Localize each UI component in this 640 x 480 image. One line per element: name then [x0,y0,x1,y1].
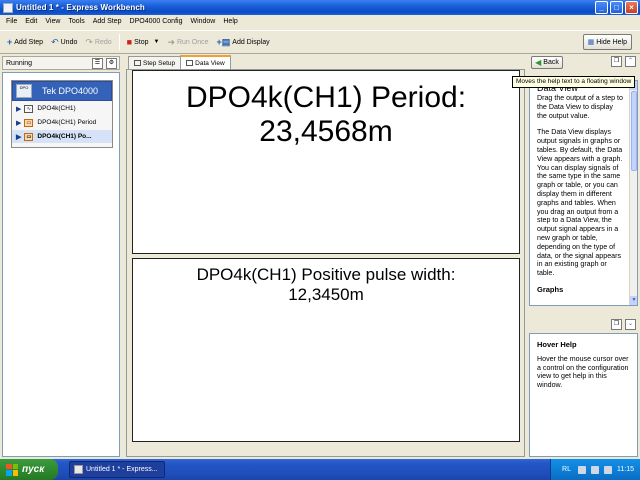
hover-help-text: Hover the mouse cursor over a control on… [537,354,629,390]
menu-window[interactable]: Window [186,18,219,25]
close-button[interactable]: × [625,1,638,14]
data-view-icon [186,60,194,66]
help-paragraph: The Data View displays output signals in… [537,128,623,278]
float-window-icon[interactable]: ❐ [611,56,622,67]
system-tray: RL 11:15 [550,459,640,480]
view-tabs: Step Setup Data View [128,55,231,69]
expand-arrow-icon[interactable]: ▶ [16,133,21,141]
menu-tools[interactable]: Tools [64,18,88,25]
add-display-button[interactable]: +▤ Add Display [213,33,274,51]
project-panel: Running ☰ ⚙ DPO Tek DPO4000 ▶ ∿ DPO4k(CH… [2,56,120,457]
menu-help[interactable]: Help [219,18,241,25]
tooltip: Moves the help text to a floating window [512,76,636,88]
step-item[interactable]: ▶ ▭ DPO4k(CH1) Period [12,116,112,129]
app-icon [3,2,13,13]
toolbar: + Add Step ↶ Undo ↷ Redo ■ Stop ▼ ➜ Run … [0,30,640,54]
step-item[interactable]: ▶ ∿ DPO4k(CH1) [12,102,112,115]
collapse-down-icon[interactable]: ⌄ [625,319,636,330]
expand-arrow-icon[interactable]: ▶ [16,119,21,127]
run-once-button[interactable]: ➜ Run Once [163,33,212,51]
app-icon [74,465,83,474]
step-item[interactable]: ▶ ▭ DPO4k(CH1) Po... [12,130,112,143]
help-subheading: Graphs [537,284,564,294]
help-scrollbar[interactable]: ▲ ▼ [629,81,637,305]
hover-help-toolbar: ❐ ⌄ [529,318,638,333]
configure-icon[interactable]: ⚙ [106,58,117,69]
redo-icon: ↷ [85,36,93,47]
run-status: Running [6,59,33,67]
undo-icon: ↶ [51,36,59,47]
hover-help-content: Hover Help Hover the mouse cursor over a… [529,333,638,457]
network-icon[interactable] [578,465,586,474]
menu-bar: File Edit View Tools Add Step DPO4000 Co… [0,15,640,28]
undo-button[interactable]: ↶ Undo [47,33,81,51]
hover-help-title: Hover Help [537,340,577,349]
scroll-down-icon[interactable]: ▼ [630,296,637,305]
clock[interactable]: 11:15 [617,466,634,473]
device-name: Tek DPO4000 [42,86,99,96]
tab-step-setup[interactable]: Step Setup [128,56,182,69]
measurement-icon: ▭ [24,132,34,141]
menu-add-step[interactable]: Add Step [89,18,126,25]
help-toolbar: ◀ Back ❐ ⌃ [529,55,638,71]
menu-view[interactable]: View [41,18,64,25]
dropdown-arrow-icon[interactable]: ▼ [153,38,159,47]
display-label: DPO4k(CH1) Period: [185,81,467,114]
workspace: Step Setup Data View DPO4k(CH1) Period: … [126,55,525,457]
run-once-icon: ➜ [167,36,175,47]
back-arrow-icon: ◀ [535,58,542,67]
stop-icon: ■ [126,36,133,47]
step-setup-icon [134,60,141,66]
start-button[interactable]: пуск [0,459,58,480]
menu-file[interactable]: File [2,18,21,25]
help-paragraph: Drag the output of a step to the Data Vi… [537,94,623,120]
display-value: 23,4568m [259,115,393,148]
measurement-icon: ▭ [24,118,34,127]
scroll-thumb[interactable] [631,91,637,171]
maximize-button[interactable]: □ [610,1,623,14]
project-panel-header: Running ☰ ⚙ [2,56,120,70]
expand-arrow-icon[interactable]: ▶ [16,105,21,113]
waveform-icon: ∿ [24,104,34,113]
display-value: 12,3450m [288,285,364,304]
back-button[interactable]: ◀ Back [531,56,563,69]
security-icon[interactable] [591,465,599,474]
add-display-icon: +▤ [216,36,231,47]
help-content: Data View Drag the output of a step to t… [529,80,638,306]
title-bar: Untitled 1 * - Express Workbench _ □ × [0,0,640,15]
plus-icon: + [7,36,13,47]
taskbar: пуск Untitled 1 * - Express... RL 11:15 [0,459,640,480]
language-indicator[interactable]: RL [562,466,571,473]
menu-edit[interactable]: Edit [21,18,41,25]
device-header[interactable]: DPO Tek DPO4000 [12,81,112,101]
oscilloscope-icon: DPO [16,84,32,98]
tab-data-view[interactable]: Data View [180,55,231,69]
menu-dpo4000-config[interactable]: DPO4000 Config [126,18,187,25]
numeric-display[interactable]: DPO4k(CH1) Positive pulse width: 12,3450… [132,258,520,442]
help-book-icon: ▦ [587,39,595,46]
toolbar-separator [118,34,120,50]
data-view: DPO4k(CH1) Period: 23,4568m DPO4k(CH1) P… [126,69,525,457]
help-panel: ◀ Back ❐ ⌃ Data View Drag the output of … [529,55,638,457]
float-window-icon[interactable]: ❐ [611,319,622,330]
taskbar-item[interactable]: Untitled 1 * - Express... [69,461,165,478]
windows-logo-icon [6,463,18,476]
list-view-icon[interactable]: ☰ [92,58,103,69]
minimize-button[interactable]: _ [595,1,608,14]
redo-button[interactable]: ↷ Redo [81,33,115,51]
project-tree: DPO Tek DPO4000 ▶ ∿ DPO4k(CH1) ▶ ▭ DPO4k… [2,72,120,457]
stop-button[interactable]: ■ Stop ▼ [123,33,164,51]
numeric-display[interactable]: DPO4k(CH1) Period: 23,4568m [132,70,520,254]
display-label: DPO4k(CH1) Positive pulse width: [196,265,456,284]
volume-icon[interactable] [604,465,612,474]
hide-help-button[interactable]: ▦ Hide Help [582,34,632,50]
window-title: Untitled 1 * - Express Workbench [16,3,145,12]
add-step-button[interactable]: + Add Step [3,33,47,51]
device-block[interactable]: DPO Tek DPO4000 ▶ ∿ DPO4k(CH1) ▶ ▭ DPO4k… [11,80,113,148]
collapse-up-icon[interactable]: ⌃ [625,56,636,67]
